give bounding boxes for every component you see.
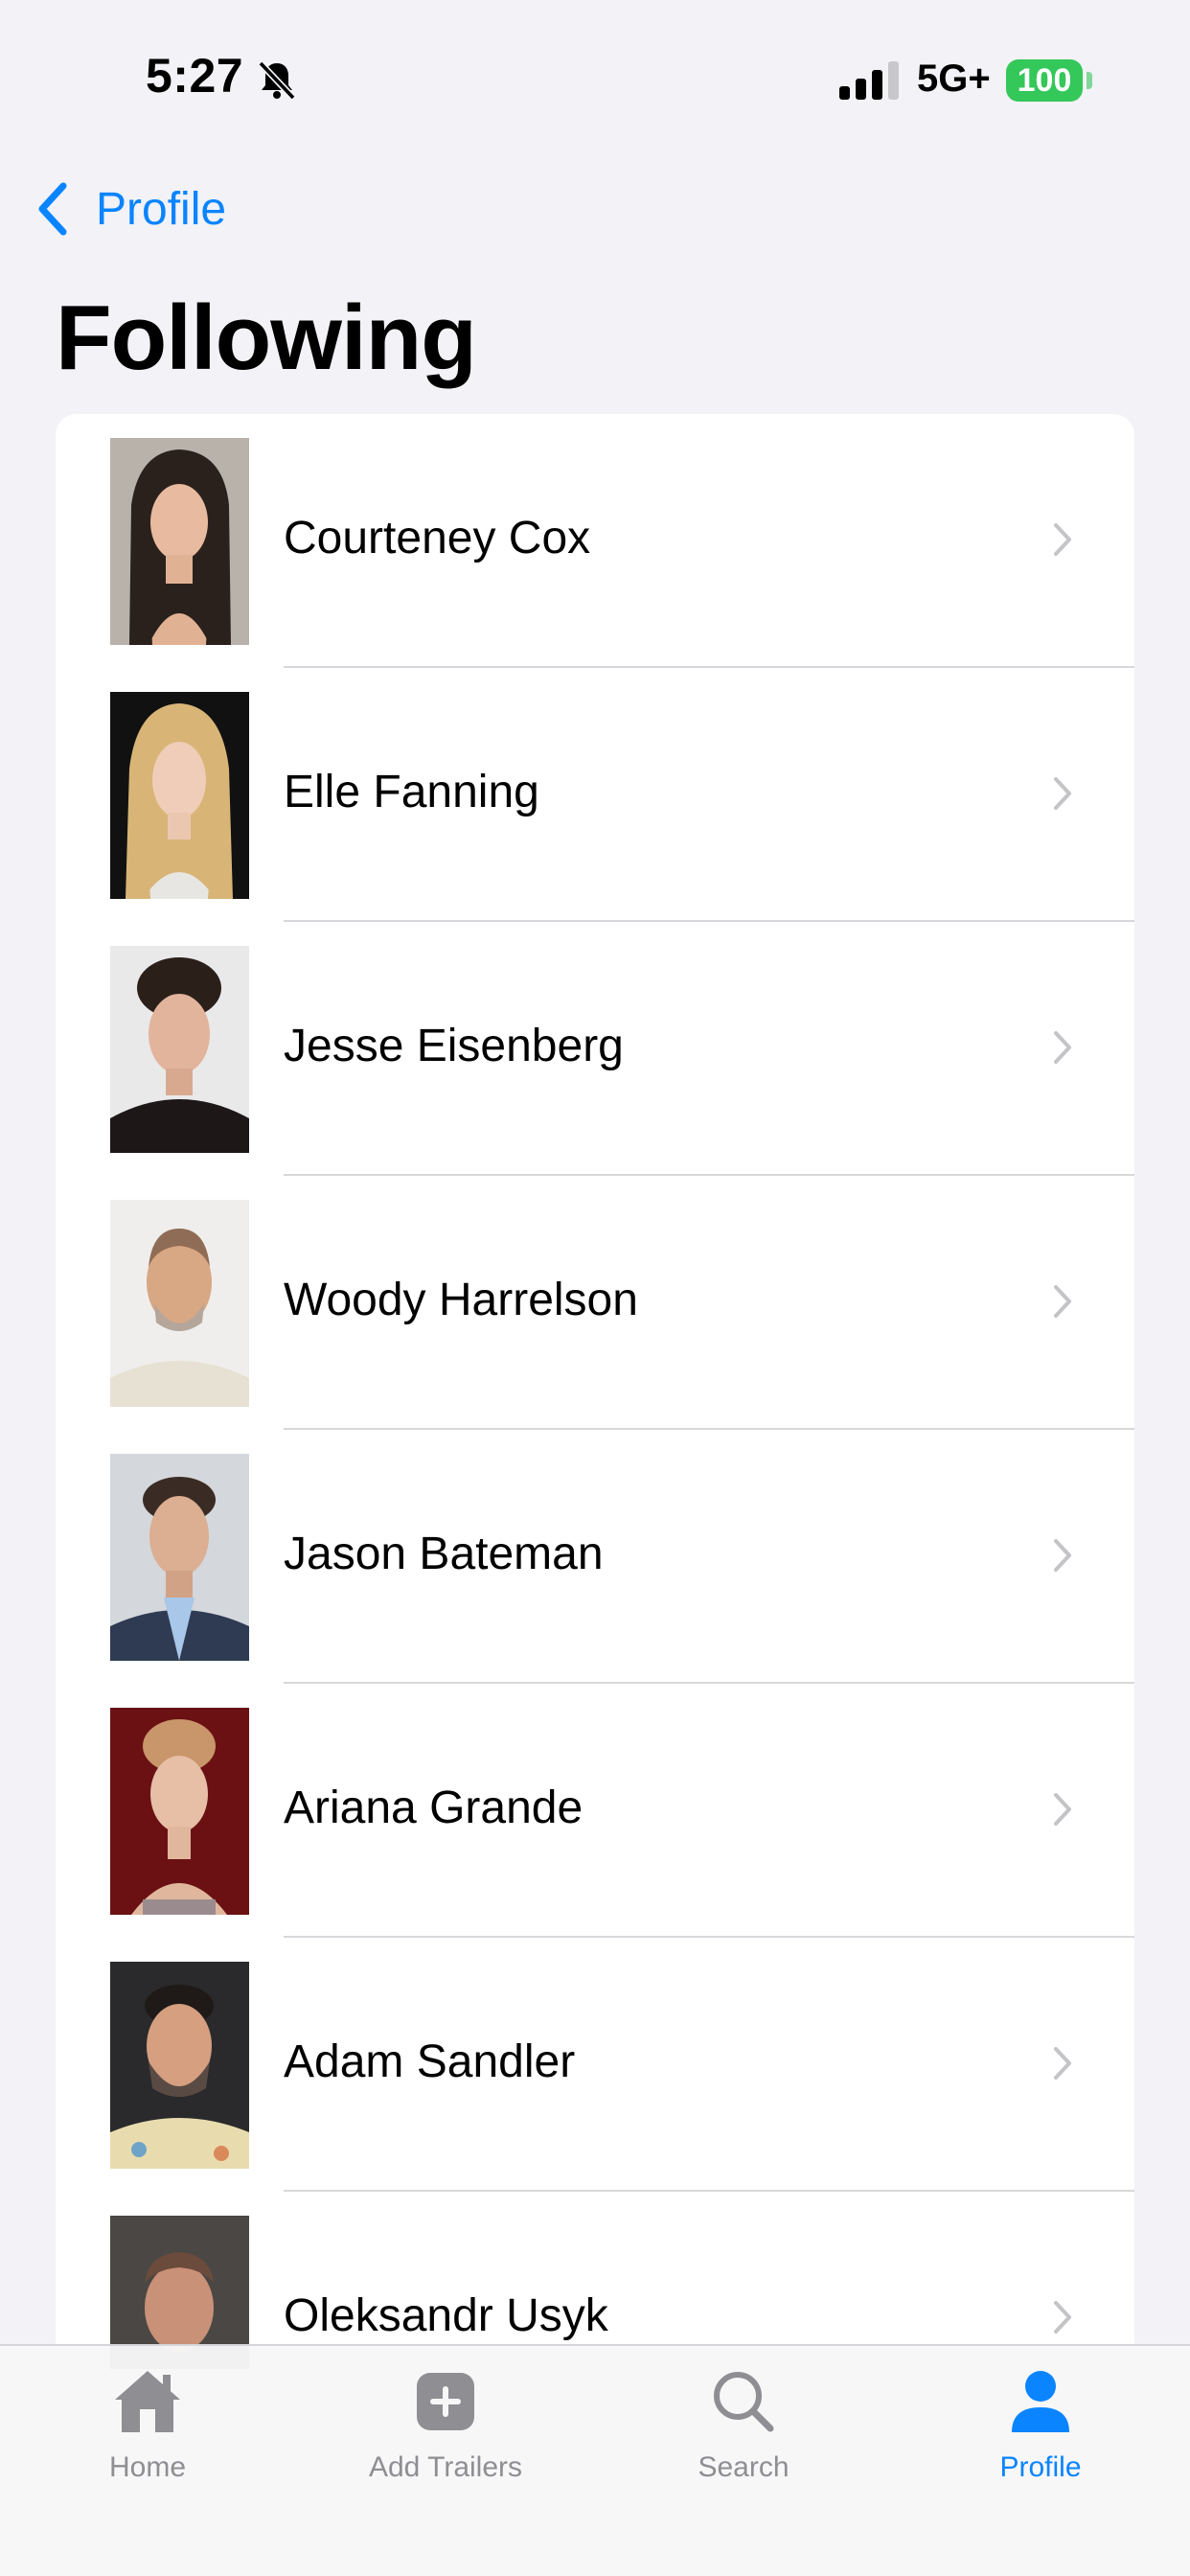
list-item-ariana-grande[interactable]: Ariana Grande	[56, 1684, 1134, 1938]
chevron-right-icon	[1054, 523, 1071, 556]
list-item-courteney-cox[interactable]: Courteney Cox	[56, 414, 1134, 668]
tab-label: Profile	[999, 2451, 1082, 2483]
item-name: Courteney Cox	[284, 513, 591, 564]
plus-square-icon	[417, 2373, 474, 2430]
back-label: Profile	[96, 183, 227, 235]
item-name: Jason Bateman	[284, 1529, 604, 1579]
item-name: Adam Sandler	[284, 2036, 576, 2087]
signal-icon	[839, 61, 899, 100]
chevron-right-icon	[1054, 1793, 1071, 1826]
magnifying-glass-icon	[714, 2372, 774, 2432]
chevron-left-icon	[38, 182, 67, 236]
tab-label: Add Trailers	[368, 2451, 523, 2483]
avatar	[110, 1200, 249, 1407]
battery-indicator: 100	[1006, 59, 1083, 102]
chevron-right-icon	[1054, 2047, 1071, 2080]
tab-home[interactable]: Home	[33, 2365, 263, 2528]
battery-cap	[1087, 72, 1092, 89]
chevron-right-icon	[1054, 777, 1071, 810]
item-name: Elle Fanning	[284, 767, 539, 817]
avatar	[110, 946, 249, 1153]
bell-slash-icon	[258, 60, 296, 101]
tab-label: Search	[698, 2451, 790, 2483]
avatar	[110, 1962, 249, 2169]
tab-label: Home	[108, 2451, 187, 2483]
page-title: Following	[56, 287, 477, 389]
tab-bar: Home Add Trailers Search Profile	[0, 2344, 1190, 2576]
status-time: 5:27	[146, 49, 244, 103]
list-item-oleksandr-usyk[interactable]: Oleksandr Usyk	[56, 2192, 1134, 2369]
house-icon	[115, 2371, 180, 2432]
item-name: Ariana Grande	[284, 1782, 584, 1833]
avatar	[110, 692, 249, 899]
back-button[interactable]: Profile	[34, 178, 226, 240]
item-name: Jesse Eisenberg	[284, 1021, 624, 1071]
avatar	[110, 438, 249, 645]
tab-add-trailers[interactable]: Add Trailers	[331, 2365, 561, 2528]
person-icon	[1012, 2371, 1069, 2432]
item-name: Woody Harrelson	[284, 1275, 638, 1325]
list-item-jason-bateman[interactable]: Jason Bateman	[56, 1430, 1134, 1684]
screen: 5:27 5G+ 100 Profile Following Courteney…	[0, 0, 1190, 2576]
network-label: 5G+	[917, 58, 991, 100]
chevron-right-icon	[1054, 2301, 1071, 2334]
following-list: Courteney Cox Elle Fanning Jesse Eisenbe…	[56, 414, 1134, 2369]
chevron-right-icon	[1054, 1539, 1071, 1572]
chevron-right-icon	[1054, 1031, 1071, 1064]
avatar	[110, 1708, 249, 1915]
item-name: Oleksandr Usyk	[284, 2290, 608, 2341]
tab-search[interactable]: Search	[629, 2365, 858, 2528]
list-item-jesse-eisenberg[interactable]: Jesse Eisenberg	[56, 922, 1134, 1176]
tab-profile[interactable]: Profile	[926, 2365, 1156, 2528]
chevron-right-icon	[1054, 1285, 1071, 1318]
avatar	[110, 1454, 249, 1661]
list-item-elle-fanning[interactable]: Elle Fanning	[56, 668, 1134, 922]
status-bar: 5:27 5G+ 100	[0, 0, 1190, 163]
list-item-woody-harrelson[interactable]: Woody Harrelson	[56, 1176, 1134, 1430]
list-item-adam-sandler[interactable]: Adam Sandler	[56, 1938, 1134, 2192]
